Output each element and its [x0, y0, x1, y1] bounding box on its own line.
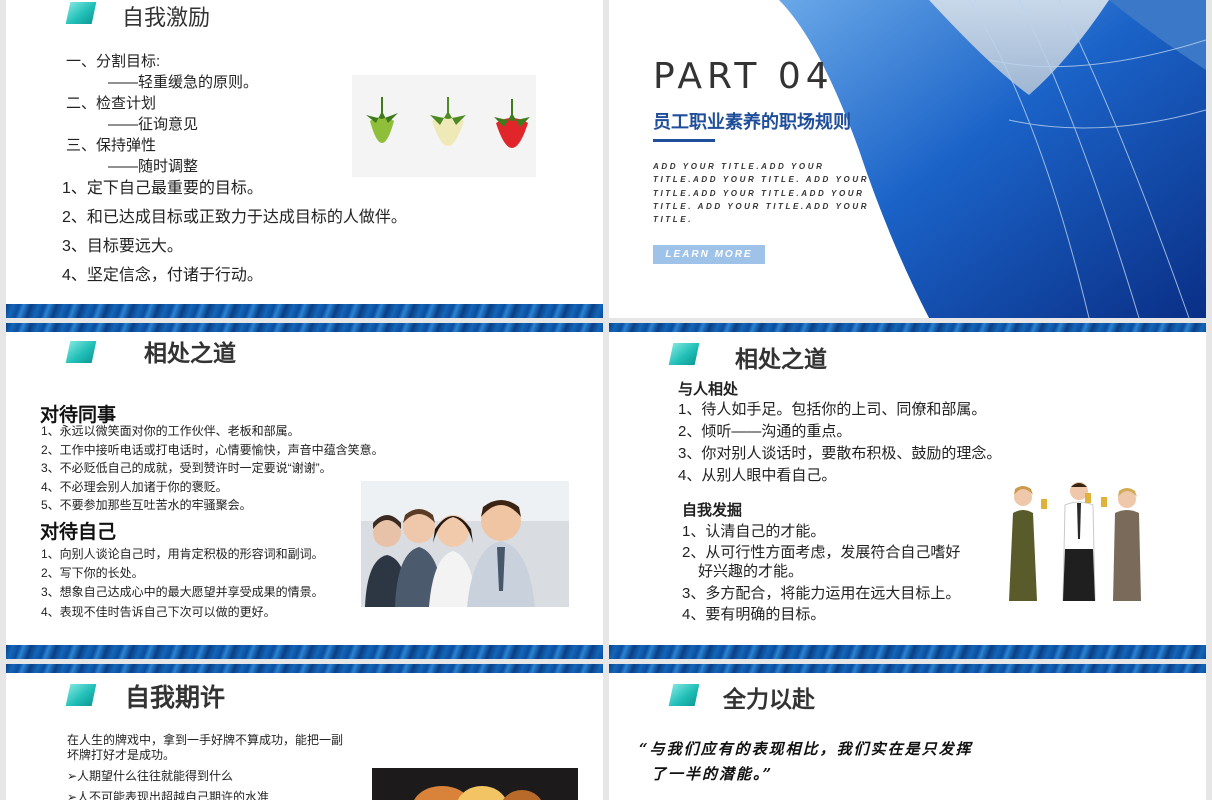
toast-photo	[1001, 479, 1147, 601]
section-heading: 与人相处	[678, 381, 739, 398]
list-item: 1、认清自己的才能。	[682, 523, 826, 540]
decorative-band	[609, 664, 1206, 673]
learn-more-button[interactable]: LEARN MORE	[653, 245, 765, 264]
list-item: 3、不必贬低自己的成就，受到赞许时一定要说“谢谢”。	[41, 461, 332, 475]
list-item: 3、多方配合，将能力运用在远大目标上。	[682, 585, 961, 602]
title-accent-shape	[65, 684, 97, 706]
intro-line: 在人生的牌戏中，拿到一手好牌不算成功，能把一副	[67, 733, 344, 747]
slide-title: 自我期许	[125, 684, 226, 712]
slide-getting-along-others[interactable]: 相处之道 与人相处 1、待人如手足。包括你的上司、同僚和部属。 2、倾听——沟通…	[609, 323, 1206, 659]
section-heading: 对待自己	[40, 522, 117, 543]
decorative-band	[609, 323, 1206, 332]
decorative-band	[609, 645, 1206, 659]
outline-line: ——征询意见	[108, 116, 199, 133]
outline-line: ——轻重缓急的原则。	[108, 74, 259, 91]
decorative-band	[6, 304, 603, 318]
slide-part-04[interactable]: PART 04 员工职业素养的职场规则 ADD YOUR TITLE.ADD Y…	[609, 0, 1206, 318]
list-item: 4、要有明确的目标。	[682, 606, 826, 623]
quote-line: 了一半的潜能。”	[651, 765, 774, 783]
decorative-band	[6, 645, 603, 659]
list-item: 4、从别人眼中看自己。	[678, 467, 837, 484]
part-subtitle: 员工职业素养的职场规则	[653, 112, 851, 132]
decorative-band	[6, 664, 603, 673]
outline-line: 一、分割目标:	[66, 53, 161, 70]
list-item: 1、向别人谈论自己时，用肯定积极的形容词和副词。	[41, 547, 324, 561]
subtitle-underline	[653, 139, 715, 142]
list-item: 4、表现不佳时告诉自己下次可以做的更好。	[41, 605, 276, 619]
strawberries-image	[352, 75, 536, 177]
slide-getting-along-colleagues[interactable]: 相处之道 对待同事 1、永远以微笑面对你的工作伙伴、老板和部属。 2、工作中接听…	[6, 323, 603, 659]
goal-point: 4、坚定信念，付诸于行动。	[62, 267, 263, 284]
list-item: 3、想象自己达成心中的最大愿望并享受成果的情景。	[41, 585, 324, 599]
part-number: PART 04	[653, 56, 834, 97]
list-item: 3、你对别人谈话时，要散布积极、鼓励的理念。	[678, 445, 1002, 462]
goal-point: 2、和已达成目标或正致力于达成目标的人做伴。	[62, 209, 407, 226]
goal-point: 1、定下自己最重要的目标。	[62, 180, 263, 197]
quote-line: “与我们应有的表现相比，我们实在是只发挥	[639, 740, 973, 758]
slide-self-expectation[interactable]: 自我期许 在人生的牌戏中，拿到一手好牌不算成功，能把一副 坏牌打好才是成功。 ➢…	[6, 664, 603, 800]
slide-self-motivation[interactable]: 自我激励 一、分割目标: ——轻重缓急的原则。 二、检查计划 ——征询意见 三、…	[6, 0, 603, 318]
outline-line: 三、保持弹性	[66, 137, 157, 154]
slide-all-out[interactable]: 全力以赴 “与我们应有的表现相比，我们实在是只发挥 了一半的潜能。”	[609, 664, 1206, 800]
intro-line: 坏牌打好才是成功。	[67, 748, 176, 762]
title-accent-shape	[668, 684, 700, 706]
list-item: 1、待人如手足。包括你的上司、同僚和部属。	[678, 401, 987, 418]
slide-title: 全力以赴	[723, 686, 815, 712]
title-accent-shape	[65, 2, 97, 24]
list-item: 2、从可行性方面考虑，发展符合自己嗜好	[682, 544, 961, 561]
team-photo	[361, 481, 569, 607]
slide-title: 相处之道	[144, 340, 236, 366]
goal-point: 3、目标要远大。	[62, 238, 183, 255]
bullet-item: ➢人不可能表现出超越自己期许的水准	[67, 790, 270, 800]
title-accent-shape	[65, 341, 97, 363]
list-item: 4、不必理会别人加诸于你的褒贬。	[41, 479, 228, 494]
bullet-item: ➢人期望什么往往就能得到什么	[67, 769, 234, 783]
slide-title: 自我激励	[122, 5, 211, 30]
list-item: 好兴趣的才能。	[698, 563, 804, 580]
list-item: 2、写下你的长处。	[41, 566, 144, 580]
decorative-band	[6, 323, 603, 332]
outline-line: 二、检查计划	[66, 95, 157, 112]
list-item: 2、倾听——沟通的重点。	[678, 423, 852, 440]
slide-title: 相处之道	[735, 346, 827, 372]
light-bulbs-image	[372, 768, 578, 800]
list-item: 1、永远以微笑面对你的工作伙伴、老板和部属。	[41, 424, 300, 438]
section-heading: 自我发掘	[682, 502, 743, 519]
title-accent-shape	[668, 343, 700, 365]
list-item: 2、工作中接听电话或打电话时，心情要愉快，声音中蕴含笑意。	[41, 442, 384, 457]
tagline-text: ADD YOUR TITLE.ADD YOUR TITLE.ADD YOUR T…	[653, 162, 870, 225]
list-item: 5、不要参加那些互吐苦水的牢骚聚会。	[41, 498, 252, 512]
parachute-image	[779, 0, 1206, 318]
